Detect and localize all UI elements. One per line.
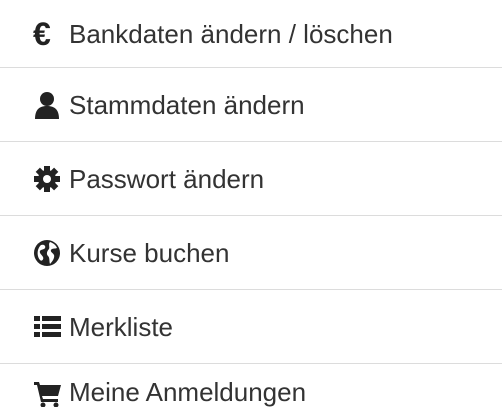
menu-item-label: Bankdaten ändern / löschen [69, 18, 393, 49]
menu-item-label: Meine Anmeldungen [69, 377, 307, 407]
globe-icon [33, 237, 69, 269]
svg-text:€: € [33, 19, 51, 49]
menu-item-anmeldungen[interactable]: Meine Anmeldungen [0, 364, 502, 420]
account-menu: € Bankdaten ändern / löschen Stammdaten … [0, 0, 502, 419]
menu-item-kurse[interactable]: Kurse buchen [0, 216, 502, 290]
euro-icon: € [33, 18, 69, 50]
menu-item-merkliste[interactable]: Merkliste [0, 290, 502, 364]
menu-item-bankdaten[interactable]: € Bankdaten ändern / löschen [0, 0, 502, 68]
cart-icon [33, 376, 69, 408]
gear-icon [33, 163, 69, 195]
menu-item-passwort[interactable]: Passwort ändern [0, 142, 502, 216]
user-icon [33, 89, 69, 121]
menu-item-label: Passwort ändern [69, 163, 265, 194]
menu-item-stammdaten[interactable]: Stammdaten ändern [0, 68, 502, 142]
menu-item-label: Kurse buchen [69, 237, 230, 268]
menu-item-label: Merkliste [69, 311, 174, 342]
list-icon [33, 311, 69, 343]
menu-item-label: Stammdaten ändern [69, 89, 305, 120]
